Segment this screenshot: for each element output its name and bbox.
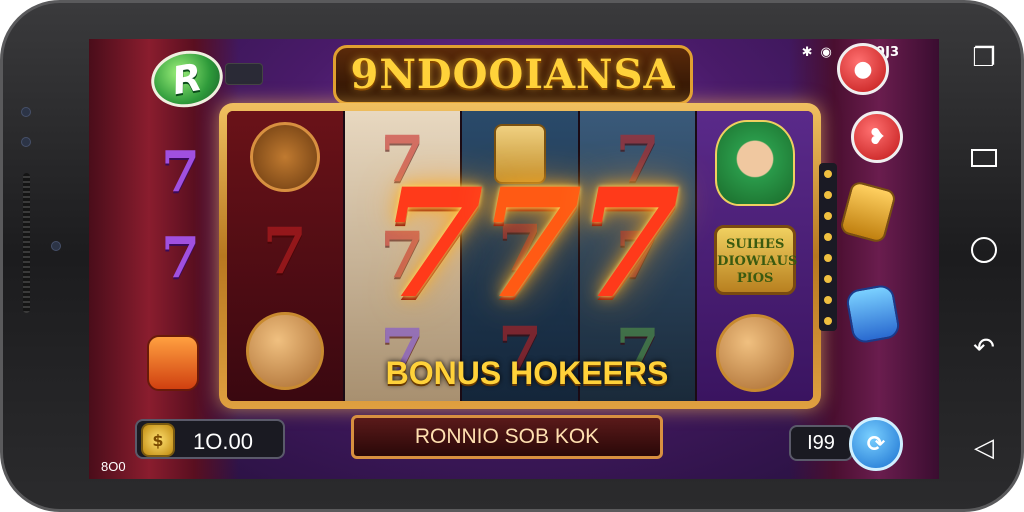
window-icon[interactable] [971,149,997,167]
logo-bar [225,63,263,85]
bonus-label: BONUS HOKEERS [385,355,669,391]
payline-dot [824,169,832,178]
reel: 7 [227,111,345,401]
wild-badge: SUIHES DIOWIAUS PIOS [714,224,797,295]
android-nav-bar: ❐ ↶ ◁ [959,43,1009,463]
side-seven-symbol: 7 [161,139,200,205]
guitar-symbol [249,122,320,193]
triangle-back-icon[interactable]: ◁ [969,433,999,463]
side-seven-symbol: 7 [161,225,200,291]
slot-machine: 7 7 7 7 7 7 7 7 7 SUIHES DIOWIAUS PIOS 7… [219,103,821,409]
gem-icon [844,283,902,345]
jackpot-sevens: 7 7 7 [347,169,707,319]
big-seven: 7 [477,156,582,332]
back-icon[interactable]: ↶ [969,333,999,363]
bluetooth-icon: ✱ [801,45,813,60]
payline-dot [824,253,832,262]
sensor-dot [21,137,31,147]
game-title: 9NDOOIANSA [350,51,676,98]
reel: SUIHES DIOWIAUS PIOS [697,111,813,401]
spin-button[interactable]: ⟳ [849,417,903,471]
payline-dot [824,295,832,304]
menu-button[interactable]: ● [837,43,889,95]
jester-symbol [715,120,796,207]
spin-action-button[interactable]: RONNIO SOB KOK [351,415,663,459]
phone-frame: ✱ ◉ SI9J3 R 9NDOOIANSA 7 7 ● ❥ 7 7 [0,0,1024,512]
payline-dot [824,211,832,220]
credit-small-label: 8O0 [101,459,126,474]
coin-icon: $ [141,423,175,457]
sensor-dot [21,107,31,117]
logo-letter: R [168,54,206,104]
seven-symbol: 7 [262,214,308,290]
face-symbol [245,311,324,390]
payline-dot [824,274,832,283]
big-seven: 7 [576,156,680,332]
payline-indicator [819,163,837,331]
game-screen: ✱ ◉ SI9J3 R 9NDOOIANSA 7 7 ● ❥ 7 7 [89,39,939,479]
payline-dot [824,232,832,241]
payline-dot [824,316,832,325]
recents-icon[interactable]: ❐ [969,43,999,73]
earpiece-speaker [23,173,30,313]
reels-area: 7 7 7 7 7 7 7 7 7 SUIHES DIOWIAUS PIOS 7… [227,111,813,401]
big-seven: 7 [379,156,483,332]
credit-value: 1O.00 [193,429,253,454]
home-icon[interactable] [971,237,997,263]
credit-display: $ 1O.00 [135,419,285,459]
jester-face-symbol [716,313,795,392]
info-button[interactable]: ❥ [851,111,903,163]
bet-value[interactable]: I99 [789,425,853,461]
payline-dot [824,190,832,199]
front-camera-icon [51,241,61,251]
fruit-icon [147,335,199,391]
wifi-icon: ◉ [820,45,832,60]
